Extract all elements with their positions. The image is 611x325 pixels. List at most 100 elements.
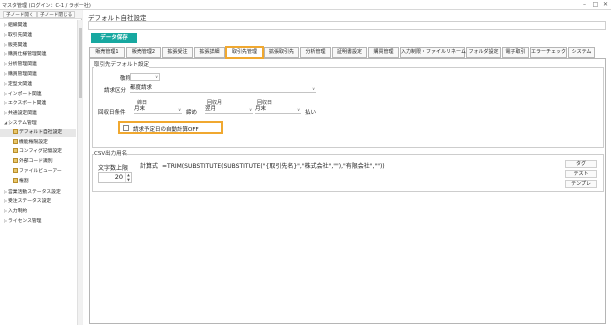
tab-6[interactable]: 分析管理 xyxy=(300,47,331,58)
scrollbar-thumb[interactable] xyxy=(79,28,82,98)
tree-item-label: 購買管理関連 xyxy=(8,72,37,77)
tree-toolbar: 子ノード開く 子ノード閉じる xyxy=(0,10,82,19)
tab-2[interactable]: 拡張受注 xyxy=(162,47,193,58)
tree-item[interactable]: 権割 xyxy=(0,177,76,186)
char-limit-value: 20 xyxy=(114,173,123,181)
tree-item-label: インポート関連 xyxy=(8,91,42,97)
tree-item-label: システム管理 xyxy=(8,121,37,126)
tree-item[interactable]: ▷受注ステータス設定 xyxy=(0,197,76,205)
tree-item[interactable]: ▷分析管理関連 xyxy=(0,60,76,68)
tree-item-label: 取引先関連 xyxy=(8,32,32,38)
char-limit-stepper[interactable]: 20 ▲ ▼ xyxy=(98,172,132,183)
collection-day-select[interactable]: 月末 ∨ xyxy=(255,106,301,114)
csv-output-legend: CSV出力用名 xyxy=(94,149,128,157)
tree-item-label: エクスポート関連 xyxy=(8,101,47,107)
tab-8[interactable]: 購買管理 xyxy=(368,47,399,58)
folder-icon xyxy=(13,158,18,164)
navigation-pane: 子ノード開く 子ノード閉じる ▷組織関連 ▷取引先関連 ▷販売関連 ▷購買仕様管理関連… xyxy=(0,10,82,325)
billing-type-value: 都度請求 xyxy=(130,85,153,91)
tree-item-label: 分析管理関連 xyxy=(8,62,37,68)
chevron-down-icon: ∨ xyxy=(155,74,158,79)
tab-1[interactable]: 販売管理2 xyxy=(126,47,161,58)
tab-0[interactable]: 販売管理1 xyxy=(89,47,125,58)
tag-button[interactable]: タグ xyxy=(565,160,597,168)
save-data-button[interactable]: データ保存 xyxy=(91,33,137,43)
customer-defaults-legend: 取引先デフォルト設定 xyxy=(94,60,150,68)
tree-item[interactable]: ▷営業活動ステータス設定 xyxy=(0,188,76,196)
collection-day-value: 月末 xyxy=(255,106,267,112)
tab-5[interactable]: 拡張取引先 xyxy=(264,47,299,58)
title-input[interactable] xyxy=(88,21,606,30)
tree-item-label: ライセンス管理 xyxy=(8,219,42,224)
expand-children-button[interactable]: 子ノード開く xyxy=(3,11,37,18)
chevron-down-icon: ∨ xyxy=(178,107,181,112)
tree-item-label: デフォルト自社設定 xyxy=(19,129,63,135)
close-icon[interactable]: ✕ xyxy=(601,1,610,9)
tab-9[interactable]: 入力制限・ファイルリネーム xyxy=(400,47,466,58)
billing-type-select[interactable]: 都度請求 ∨ xyxy=(130,85,316,93)
closing-day-select[interactable]: 月末 ∨ xyxy=(134,106,182,114)
stepper-arrows-icon[interactable]: ▲ ▼ xyxy=(125,173,131,182)
template-button[interactable]: テンプレ xyxy=(565,180,597,188)
tree-item-label: 営業活動ステータス設定 xyxy=(8,189,61,195)
tab-12[interactable]: エラーチェック xyxy=(530,47,567,58)
collapse-children-button[interactable]: 子ノード閉じる xyxy=(37,11,76,18)
window-titlebar: マスタ管理 (ログイン：C-1 / ラボー社) – □ ✕ xyxy=(0,0,611,10)
tab-10[interactable]: フォルダ設定 xyxy=(466,47,501,58)
honorific-select[interactable]: ∨ xyxy=(130,73,160,81)
closing-day-header: 締日 xyxy=(137,100,148,106)
closing-suffix: 締め xyxy=(186,110,198,116)
tree-item[interactable]: ▷組織関連 xyxy=(0,21,76,29)
tab-3[interactable]: 拡張詳細 xyxy=(194,47,225,58)
tree-item-label: 外部コード識別 xyxy=(19,159,53,165)
minimize-icon[interactable]: – xyxy=(580,1,589,9)
tree-item-label: ファイルビューアー xyxy=(19,169,62,174)
tree-item-label: 販売関連 xyxy=(8,42,28,48)
tree-item-label: 購買仕様管理関連 xyxy=(8,52,47,58)
csv-output-group xyxy=(92,154,604,192)
tree-item[interactable]: ▷入力制約 xyxy=(0,207,76,215)
tree-item-label: 組織関連 xyxy=(8,23,28,28)
tree-item[interactable]: コンフィグ記憶設定 xyxy=(0,148,76,156)
tree-item[interactable]: ▷共通設定関連 xyxy=(0,109,76,117)
tree-item-label: 機能権限設定 xyxy=(19,139,48,145)
tab-7[interactable]: 証明書設定 xyxy=(332,47,367,58)
tab-panel: 取引先デフォルト設定 敬称 ∨ 請求区分 都度請求 ∨ 締日 回収月 回収日 回… xyxy=(89,58,606,324)
maximize-icon[interactable]: □ xyxy=(591,1,600,9)
tree-item-label: 入力制約 xyxy=(8,209,28,215)
tree-item[interactable]: ▷エクスポート関連 xyxy=(0,99,76,107)
tree-item[interactable]: ▷インポート関連 xyxy=(0,90,76,98)
tree-item[interactable]: デフォルト自社設定 xyxy=(0,128,76,137)
auto-calc-off-label: 請求予定日の自動計算OFF xyxy=(133,126,199,133)
tree-item-label: 共通設定関連 xyxy=(8,111,37,117)
tree-item-label: 定型文関連 xyxy=(8,81,32,87)
tree-item[interactable]: ▷ライセンス管理 xyxy=(0,217,76,225)
tab-11[interactable]: 電子取引 xyxy=(502,47,529,58)
tab-4[interactable]: 取引先管理 xyxy=(225,46,264,59)
payment-suffix: 払い xyxy=(305,110,317,116)
collection-day-header: 回収日 xyxy=(257,100,273,106)
collection-month-header: 回収月 xyxy=(207,100,223,106)
collection-month-select[interactable]: 翌月 ∨ xyxy=(205,106,253,114)
tree-item[interactable]: ▷販売関連 xyxy=(0,41,76,49)
tree-item[interactable]: 外部コード識別 xyxy=(0,158,76,166)
tree-item[interactable]: ▷取引先関連 xyxy=(0,31,76,39)
tree-item[interactable]: ファイルビューアー xyxy=(0,168,76,176)
tab-13[interactable]: システム xyxy=(568,47,595,58)
closing-day-value: 月末 xyxy=(134,106,146,112)
tree-item[interactable]: ▷購買仕様管理関連 xyxy=(0,50,76,58)
tree-item[interactable]: 機能権限設定 xyxy=(0,138,76,147)
tree-item[interactable]: ▷定型文関連 xyxy=(0,80,76,88)
test-button[interactable]: テスト xyxy=(565,170,597,178)
tree-item[interactable]: ▷購買管理関連 xyxy=(0,70,76,78)
auto-calc-off-highlight: 請求予定日の自動計算OFF xyxy=(118,121,223,134)
tree-scrollbar[interactable] xyxy=(77,20,82,325)
tree-item-label: 権割 xyxy=(19,178,29,184)
formula-label: 計算式 xyxy=(140,163,159,170)
window-title: マスタ管理 (ログイン：C-1 / ラボー社) xyxy=(2,3,91,9)
chevron-down-icon: ∨ xyxy=(297,107,300,112)
auto-calc-off-checkbox[interactable] xyxy=(123,125,129,131)
formula-field[interactable]: =TRIM(SUBSTITUTE(SUBSTITUTE("{取引先名}","株式… xyxy=(162,161,385,170)
chevron-down-icon: ∨ xyxy=(312,86,315,91)
tree-item[interactable]: ◢システム管理 xyxy=(0,119,76,127)
